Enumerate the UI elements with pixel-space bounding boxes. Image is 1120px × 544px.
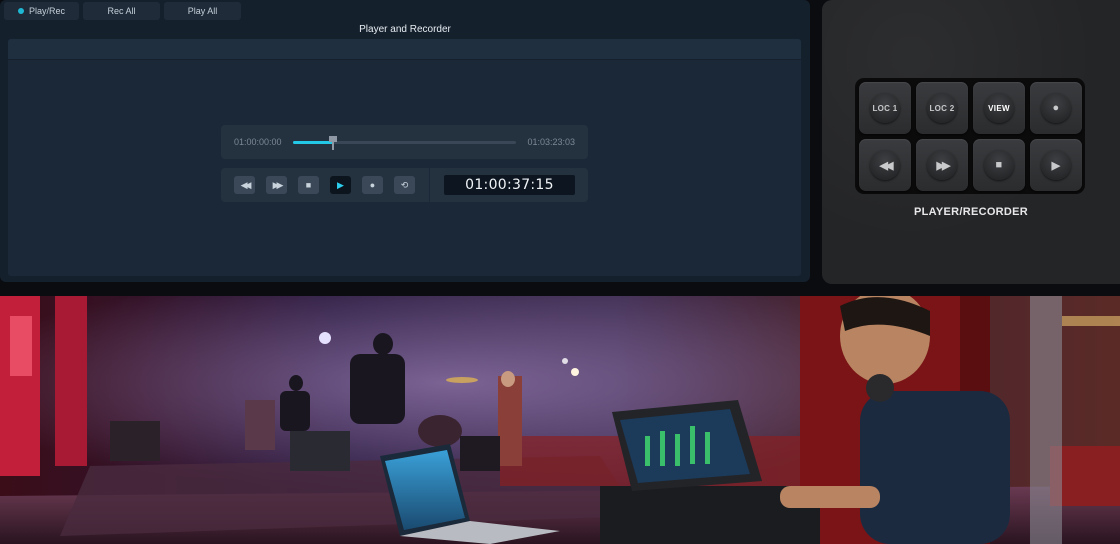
rewind-icon: ◀◀ <box>240 179 252 190</box>
player-recorder-panel: Play/Rec Rec All Play All Player and Rec… <box>0 0 810 282</box>
key-loc2-label: LOC 2 <box>927 93 957 123</box>
record-icon: ● <box>1052 102 1060 114</box>
concert-scene-image <box>0 296 1120 544</box>
key-record-cap: ● <box>1041 93 1071 123</box>
tab-play-all-label: Play All <box>187 6 218 16</box>
key-view-label: VIEW <box>984 93 1014 123</box>
key-play-cap: ▶ <box>1041 150 1071 180</box>
progress-track[interactable] <box>293 136 516 150</box>
timecode-box: 01:00:37:15 <box>430 168 588 202</box>
tab-play-rec-label: Play/Rec <box>28 6 65 16</box>
stop-button[interactable]: ■ <box>298 176 319 194</box>
rewind-icon: ◀◀ <box>879 159 894 172</box>
record-icon: ● <box>369 180 376 190</box>
play-icon: ▶ <box>1051 159 1061 172</box>
playhead-handle[interactable] <box>329 136 338 150</box>
key-loc2[interactable]: LOC 2 <box>916 82 968 134</box>
start-time: 01:00:00:00 <box>234 137 282 147</box>
panel-title: Player and Recorder <box>359 24 451 35</box>
key-stop-cap: ■ <box>984 150 1014 180</box>
rewind-button[interactable]: ◀◀ <box>234 176 255 194</box>
loop-button[interactable]: ⟲ <box>394 176 415 194</box>
progress-fill <box>293 141 334 144</box>
tab-rec-all[interactable]: Rec All <box>83 2 160 20</box>
end-time: 01:03:23:03 <box>527 137 575 147</box>
loop-icon: ⟲ <box>400 179 409 190</box>
fast-forward-icon: ▶▶ <box>272 179 284 190</box>
fast-forward-button[interactable]: ▶▶ <box>266 176 287 194</box>
stop-icon: ■ <box>305 180 312 190</box>
hardware-label: PLAYER/RECORDER <box>913 206 1029 218</box>
key-record[interactable]: ● <box>1030 82 1082 134</box>
timeline-bar: 01:00:00:00 01:03:23:03 <box>221 125 588 159</box>
key-view[interactable]: VIEW <box>973 82 1025 134</box>
key-loc1[interactable]: LOC 1 <box>859 82 911 134</box>
timecode-display: 01:00:37:15 <box>444 175 575 195</box>
tab-play-all[interactable]: Play All <box>164 2 241 20</box>
tab-play-rec[interactable]: Play/Rec <box>4 2 79 20</box>
key-fast-forward[interactable]: ▶▶ <box>916 139 968 191</box>
active-indicator-icon <box>17 8 24 14</box>
stop-icon: ■ <box>995 159 1003 171</box>
player-header-bar <box>8 39 801 60</box>
key-play[interactable]: ▶ <box>1030 139 1082 191</box>
key-stop[interactable]: ■ <box>973 139 1025 191</box>
hardware-panel: LOC 1 LOC 2 VIEW ● ◀◀ ▶▶ ■ ▶ PLAYER/RECORDER <box>822 0 1120 284</box>
key-fast-forward-cap: ▶▶ <box>927 150 957 180</box>
play-button[interactable]: ▶ <box>330 176 351 194</box>
key-bezel: LOC 1 LOC 2 VIEW ● ◀◀ ▶▶ ■ ▶ <box>855 78 1085 194</box>
fast-forward-icon: ▶▶ <box>936 159 951 172</box>
tab-rec-all-label: Rec All <box>107 6 136 16</box>
key-rewind[interactable]: ◀◀ <box>859 139 911 191</box>
record-button[interactable]: ● <box>362 176 383 194</box>
transport-controls: ◀◀ ▶▶ ■ ▶ ● ⟲ <box>221 168 429 202</box>
play-icon: ▶ <box>337 179 344 190</box>
key-rewind-cap: ◀◀ <box>870 150 900 180</box>
concert-photo <box>0 296 1120 544</box>
key-loc1-label: LOC 1 <box>870 93 900 123</box>
mode-tabs: Play/Rec Rec All Play All <box>4 2 241 20</box>
